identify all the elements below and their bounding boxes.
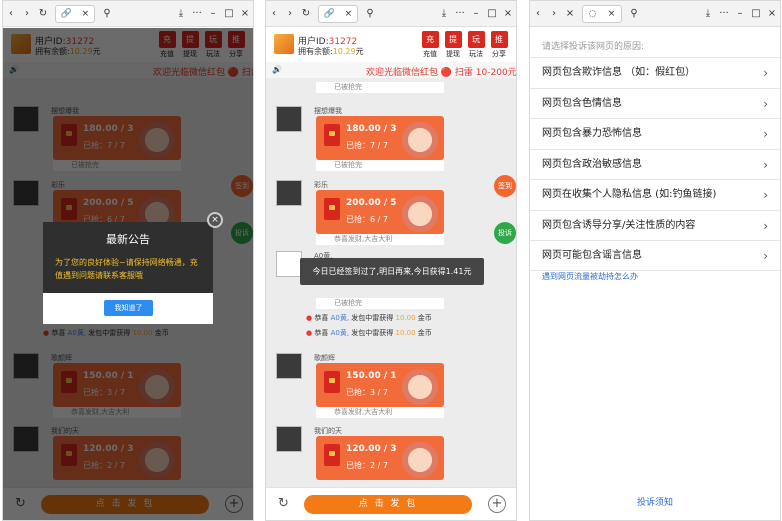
red-envelope[interactable]: 180.00 / 3已抢：7 / 7 <box>316 116 444 160</box>
report-reason-fraud[interactable]: 网页包含欺诈信息 （如：假红包） › <box>530 57 780 88</box>
tab-close-icon[interactable]: × <box>82 9 90 19</box>
close-icon[interactable]: × <box>500 8 516 19</box>
toast-message: 今日已经签到过了,明日再来,今日获得1.41元 <box>300 258 484 285</box>
forward-icon[interactable]: › <box>282 8 298 19</box>
app-header: 用户ID:31272 拥有余额:10.29元 充充值 提提现 玩玩法 推分享 <box>266 28 516 61</box>
report-reason-list: 网页包含欺诈信息 （如：假红包） › 网页包含色情信息 › 网页包含暴力恐怖信息 › … <box>530 57 780 271</box>
rules-button[interactable]: 玩玩法 <box>466 31 486 59</box>
list-item[interactable]: 我们的天 120.00 / 3已抢：2 / 7 <box>266 426 516 487</box>
minimize-icon[interactable]: – <box>468 8 484 19</box>
chevron-right-icon: › <box>763 96 768 111</box>
loading-icon: ◌ <box>588 8 597 19</box>
link-icon: 🔗 <box>323 8 336 19</box>
search-icon[interactable]: ⚲ <box>99 8 115 19</box>
marquee: 🔊欢迎光临微信红包 🔴 扫雷 10-200元 <box>266 62 516 78</box>
search-icon[interactable]: ⚲ <box>626 8 642 19</box>
report-reason-politics[interactable]: 网页包含政治敏感信息 › <box>530 148 780 180</box>
close-icon[interactable]: × <box>207 212 223 228</box>
balance: 拥有余额:10.29元 <box>298 47 364 56</box>
browser-toolbar: ‹ › × ◌ × ⚲ ⤓ ··· – □ × <box>530 1 780 27</box>
download-icon[interactable]: ⤓ <box>700 8 716 19</box>
avatar <box>276 106 302 132</box>
withdraw-button[interactable]: 提提现 <box>443 31 463 59</box>
maximize-icon[interactable]: □ <box>748 8 764 19</box>
notice-body: 为了您的良好体验~请保持网络畅通，充值遇到问题请联系客服哦 <box>55 258 198 280</box>
link-icon: 🔗 <box>60 8 73 19</box>
speaker-icon: 🔊 <box>272 65 282 74</box>
report-reason-induce-share[interactable]: 网页包含诱导分享/关注性质的内容 › <box>530 209 780 241</box>
notice-ok-button[interactable]: 我知道了 <box>104 300 153 316</box>
red-envelope[interactable]: 200.00 / 5已抢：6 / 7 <box>316 190 444 234</box>
red-envelope[interactable]: 150.00 / 1已抢：3 / 7 <box>316 363 444 407</box>
chevron-right-icon: › <box>763 188 768 202</box>
browser-window-notice: ‹ › ↻ 🔗× ⚲ ⤓ ··· – □ × 用户ID:31272 拥有余额:1… <box>2 0 254 521</box>
list-item[interactable]: 已被抢完 <box>266 78 516 98</box>
chevron-right-icon: › <box>763 127 768 141</box>
footer-bar: ↻ 点 击 发 包 + <box>266 487 516 520</box>
notice-title: 最新公告 <box>106 233 150 246</box>
back-icon[interactable]: ‹ <box>266 8 282 19</box>
report-notice-link[interactable]: 投诉须知 <box>530 495 780 508</box>
send-envelope-button[interactable]: 点 击 发 包 <box>304 495 472 514</box>
chevron-right-icon: › <box>763 157 768 172</box>
refresh-icon[interactable]: ↻ <box>278 496 289 511</box>
red-envelope[interactable]: 120.00 / 3已抢：2 / 7 <box>316 436 444 480</box>
notice-modal: 最新公告 为了您的良好体验~请保持网络畅通，充值遇到问题请联系客服哦 我知道了 … <box>43 212 223 324</box>
close-icon[interactable]: × <box>764 8 780 19</box>
list-item[interactable]: 彩乐 200.00 / 5已抢：6 / 7 恭喜发财,大吉大利 <box>266 180 516 250</box>
share-button[interactable]: 推分享 <box>489 31 509 59</box>
stop-icon[interactable]: × <box>562 8 578 19</box>
tab-close-icon[interactable]: × <box>608 9 616 19</box>
avatar <box>276 251 302 277</box>
more-icon[interactable]: ··· <box>452 8 468 19</box>
more-icon[interactable]: ··· <box>716 8 732 19</box>
report-reason-violence[interactable]: 网页包含暴力恐怖信息 › <box>530 118 780 149</box>
browser-toolbar: ‹ › ↻ 🔗 × ⚲ ⤓ ··· – □ × <box>266 1 516 27</box>
avatar <box>276 426 302 452</box>
report-reason-privacy[interactable]: 网页在收集个人隐私信息 (如:钓鱼链接) › <box>530 179 780 210</box>
browser-tab[interactable]: 🔗 × <box>55 4 95 23</box>
download-icon[interactable]: ⤓ <box>173 8 189 19</box>
download-icon[interactable]: ⤓ <box>436 8 452 19</box>
recharge-button[interactable]: 充充值 <box>420 31 440 59</box>
traffic-hijack-link[interactable]: 遇到网页流量被劫持怎么办 <box>542 271 638 282</box>
minimize-icon[interactable]: – <box>732 8 748 19</box>
maximize-icon[interactable]: □ <box>221 8 237 19</box>
back-icon[interactable]: ‹ <box>530 8 546 19</box>
chevron-right-icon: › <box>763 218 768 233</box>
browser-window-report: ‹ › × ◌ × ⚲ ⤓ ··· – □ × 请选择投诉该网页的原因: 网页包含… <box>529 0 781 521</box>
forward-icon[interactable]: › <box>546 8 562 19</box>
forward-icon[interactable]: › <box>19 8 35 19</box>
avatar <box>274 34 294 54</box>
system-message: ● 恭喜 A0黄, 发包中雷获得 10.00 金币 <box>306 329 432 337</box>
chevron-right-icon: › <box>763 66 768 80</box>
browser-window-chat: ‹ › ↻ 🔗 × ⚲ ⤓ ··· – □ × 用户ID:31272 拥有余额:1… <box>265 0 517 521</box>
reload-icon[interactable]: ↻ <box>298 8 314 19</box>
report-hint: 请选择投诉该网页的原因: <box>542 42 645 52</box>
tab-close-icon[interactable]: × <box>345 9 353 19</box>
browser-toolbar: ‹ › ↻ 🔗 × ⚲ ⤓ ··· – □ × <box>3 1 253 27</box>
report-reason-porn[interactable]: 网页包含色情信息 › <box>530 87 780 119</box>
maximize-icon[interactable]: □ <box>484 8 500 19</box>
browser-tab[interactable]: 🔗 × <box>318 4 358 23</box>
list-item[interactable]: 歌颜辉 150.00 / 1已抢：3 / 7 恭喜发财,大吉大利 <box>266 353 516 423</box>
browser-tab[interactable]: ◌ × <box>582 4 622 23</box>
more-icon[interactable]: ··· <box>189 8 205 19</box>
plus-icon[interactable]: + <box>488 495 506 513</box>
back-icon[interactable]: ‹ <box>3 8 19 19</box>
avatar <box>276 353 302 379</box>
chevron-right-icon: › <box>763 249 768 263</box>
signin-float-button[interactable]: 签到 <box>494 175 516 197</box>
list-item[interactable]: 摆想爆我 180.00 / 3已抢：7 / 7 已被抢完 <box>266 106 516 176</box>
reload-icon[interactable]: ↻ <box>35 8 51 19</box>
avatar <box>276 180 302 206</box>
search-icon[interactable]: ⚲ <box>362 8 378 19</box>
close-icon[interactable]: × <box>237 8 253 19</box>
complain-float-button[interactable]: 投诉 <box>494 222 516 244</box>
report-reason-rumor[interactable]: 网页可能包含谣言信息 › <box>530 240 780 271</box>
system-message: ● 恭喜 A0黄, 发包中雷获得 10.00 金币 <box>306 314 432 322</box>
minimize-icon[interactable]: – <box>205 8 221 19</box>
